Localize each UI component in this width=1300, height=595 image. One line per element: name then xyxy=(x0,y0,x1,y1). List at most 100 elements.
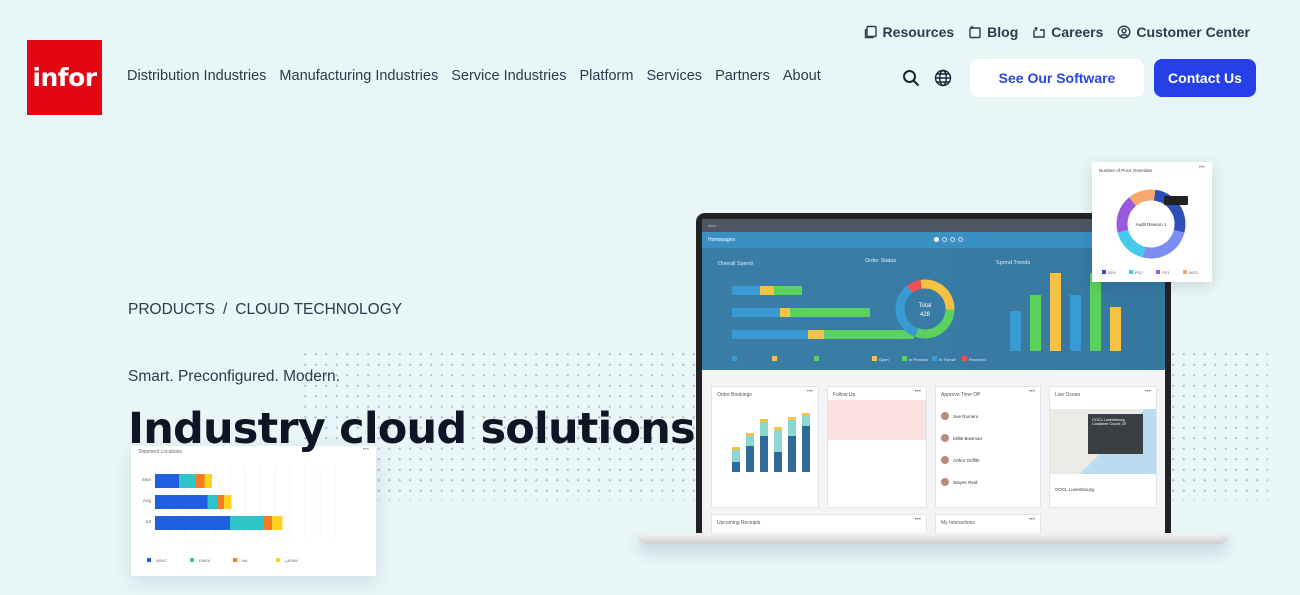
panel-title: Follow Up xyxy=(833,392,856,398)
booking-bar xyxy=(774,427,782,430)
more-icon: ••• xyxy=(914,389,921,395)
panel-title: Upcoming Receipts xyxy=(717,520,761,526)
booking-bar xyxy=(760,422,768,436)
employee-row: Sue Romero xyxy=(941,412,978,420)
shipment-chart: Sept Aug Jul APAC EMEA NA LATAM xyxy=(142,466,336,563)
vessel-name: OOCL Luxembourg xyxy=(1055,487,1094,492)
nav-about[interactable]: About xyxy=(783,68,821,84)
legend-swatch xyxy=(1156,270,1160,274)
spend-bar xyxy=(732,330,808,339)
shipment-bar xyxy=(224,495,232,509)
legend-label: Open xyxy=(879,357,889,362)
booking-bar xyxy=(732,462,740,472)
avatar xyxy=(941,478,949,486)
search-button[interactable] xyxy=(900,67,922,89)
utility-nav: Resources Blog Careers Customer Center xyxy=(864,24,1250,40)
employee-name: Wayne Reid xyxy=(953,479,978,485)
trend-bar xyxy=(1110,307,1121,351)
more-icon: ••• xyxy=(1028,517,1035,523)
legend-swatch xyxy=(814,356,819,361)
language-button[interactable] xyxy=(932,67,954,89)
contact-us-button[interactable]: Contact Us xyxy=(1154,59,1256,97)
booking-bar xyxy=(746,436,754,446)
nav-manufacturing-industries[interactable]: Manufacturing Industries xyxy=(279,68,438,84)
spend-bar xyxy=(760,286,774,295)
shipment-bar xyxy=(155,495,208,509)
panel-title: Approve Time Off xyxy=(941,392,980,398)
header-actions: See Our Software Contact Us xyxy=(900,59,1256,97)
legend-swatch xyxy=(1183,270,1187,274)
shipment-bar xyxy=(218,495,224,509)
employee-name: Sue Romero xyxy=(953,413,979,419)
booking-bar xyxy=(760,419,768,422)
row-label: Aug xyxy=(143,498,152,503)
donut-segment xyxy=(1117,229,1146,258)
booking-bar xyxy=(760,436,768,472)
nav-service-industries[interactable]: Service Industries xyxy=(451,68,566,84)
hero-tagline: Smart. Preconfigured. Modern. xyxy=(128,368,340,385)
nav-distribution-industries[interactable]: Distribution Industries xyxy=(127,68,266,84)
blog-link[interactable]: Blog xyxy=(968,24,1018,40)
main-nav: Distribution Industries Manufacturing In… xyxy=(127,68,821,84)
booking-bar xyxy=(802,426,810,472)
donut-segment xyxy=(1129,189,1156,207)
infor-logo[interactable]: infor xyxy=(27,40,102,115)
booking-bar xyxy=(788,436,796,472)
booking-bar xyxy=(802,416,810,426)
trend-bar xyxy=(1050,273,1061,351)
breadcrumb-products[interactable]: PRODUCTS xyxy=(128,301,215,319)
shipment-bar xyxy=(272,516,283,530)
nav-services[interactable]: Services xyxy=(646,68,702,84)
more-icon: ••• xyxy=(806,389,813,395)
panel-title: Order Bookings xyxy=(717,392,752,398)
legend-swatch xyxy=(1129,270,1133,274)
booking-bar xyxy=(788,417,796,420)
see-our-software-button[interactable]: See Our Software xyxy=(970,59,1144,97)
resources-link[interactable]: Resources xyxy=(864,24,954,40)
booking-bar xyxy=(732,450,740,462)
shipment-bar xyxy=(179,474,196,488)
laptop-base xyxy=(636,533,1230,544)
customer-center-link[interactable]: Customer Center xyxy=(1117,24,1250,40)
spend-bar xyxy=(732,308,780,317)
hero-title: Industry cloud solutions xyxy=(128,404,696,454)
nav-platform[interactable]: Platform xyxy=(579,68,633,84)
price-overrides-donut: Audit Reason 1 30% PG2 PG1 MISC xyxy=(1102,189,1199,275)
legend-swatch xyxy=(147,558,151,562)
panel-title: My Interactions xyxy=(941,520,975,526)
careers-link[interactable]: Careers xyxy=(1032,24,1103,40)
dot-pattern-right xyxy=(1168,349,1268,501)
booking-bar xyxy=(774,452,782,472)
booking-bar xyxy=(746,446,754,472)
search-icon xyxy=(903,70,920,87)
legend-label: PG1 xyxy=(1162,271,1170,275)
spend-bar xyxy=(824,330,914,339)
nav-partners[interactable]: Partners xyxy=(715,68,770,84)
vessel-tooltip: OOCL Luxembourg Container Count: 20 xyxy=(1088,414,1143,454)
dashboard-panel: Follow Up ••• xyxy=(827,386,927,508)
dashboard-panel: Live Ocean ••• OOCL Luxembourg Container Co… xyxy=(1049,386,1157,508)
avatar xyxy=(941,412,949,420)
legend-label: 30% xyxy=(1108,271,1116,275)
donut-segment xyxy=(1142,229,1185,259)
user-circle-icon xyxy=(1117,25,1131,39)
booking-bar xyxy=(746,433,754,436)
trend-bar xyxy=(1070,295,1081,351)
order-status-segment xyxy=(906,279,923,293)
shipment-bar xyxy=(207,495,218,509)
order-total-value: 428 xyxy=(920,312,931,318)
panel-title: Live Ocean xyxy=(1055,392,1081,398)
donut-center-label: Audit Reason 1 xyxy=(1136,222,1167,227)
employee-row: Millie Bowman xyxy=(941,434,982,442)
legend-swatch xyxy=(872,356,877,361)
employee-row: Wayne Reid xyxy=(941,478,977,486)
globe-icon xyxy=(934,69,952,87)
donut-segment xyxy=(1116,197,1137,233)
legend-swatch xyxy=(962,356,967,361)
legend-label: NA xyxy=(242,558,248,563)
legend-label: In Process xyxy=(909,357,928,362)
avatar xyxy=(941,456,949,464)
legend-swatch xyxy=(1102,270,1106,274)
shipment-bar xyxy=(204,474,212,488)
shipment-bar xyxy=(195,474,205,488)
